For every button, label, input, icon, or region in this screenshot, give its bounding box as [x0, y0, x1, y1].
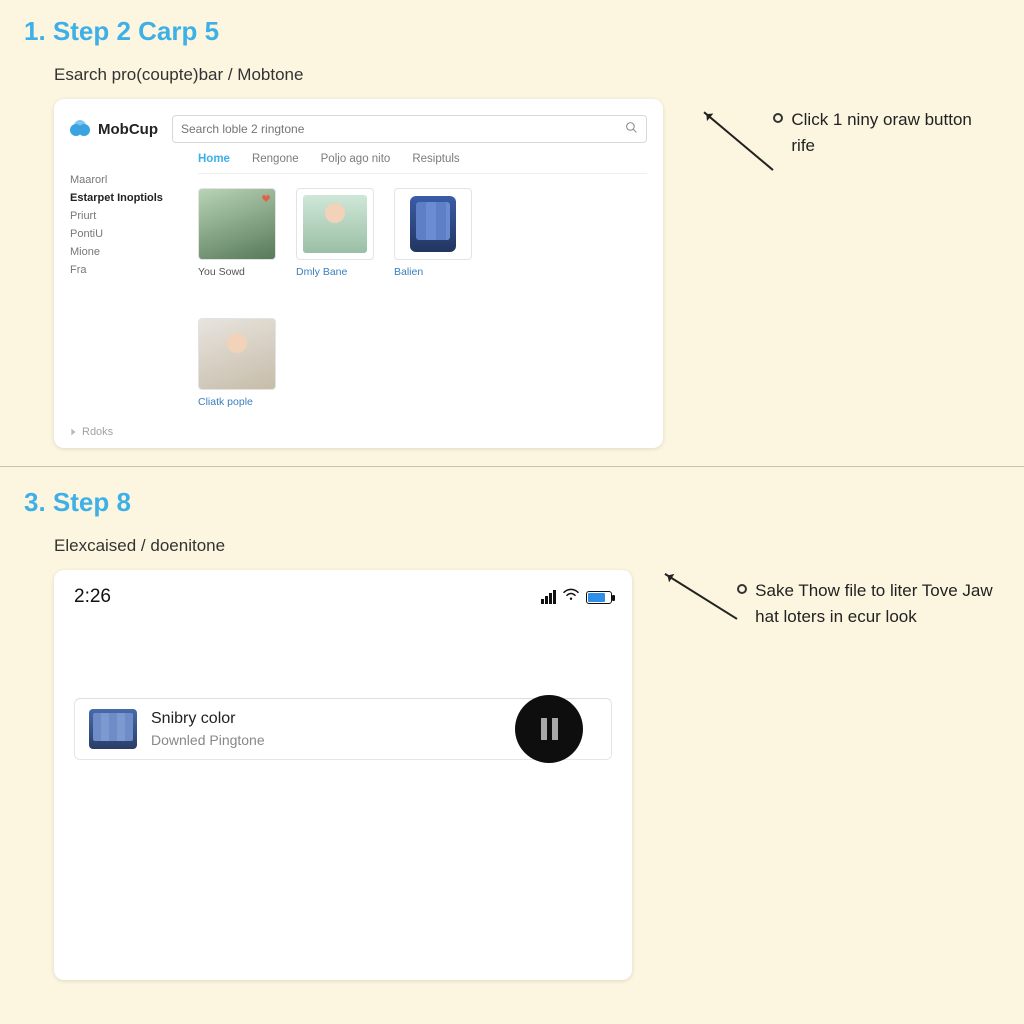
brand-logo-icon [70, 120, 92, 138]
tile-thumb [198, 188, 276, 260]
sidebar-item[interactable]: Maarorl [70, 171, 180, 189]
bullet-icon [737, 584, 747, 594]
status-bar: 2:26 [74, 586, 612, 608]
results-grid: You Sowd Dmly Bane Balien Cliatk pople [198, 188, 647, 408]
tab[interactable]: Poljo ago nito [321, 153, 391, 165]
sidebar-item[interactable]: Priurt [70, 207, 180, 225]
result-tile[interactable]: You Sowd [198, 188, 276, 278]
footer-text: Rdoks [82, 426, 113, 438]
tile-caption: You Sowd [198, 266, 276, 278]
brand: MobCup [70, 120, 158, 138]
callout-arrow-icon [664, 573, 737, 620]
bullet-icon [773, 113, 783, 123]
tile-thumb [394, 188, 472, 260]
tile-caption: Cliatk pople [198, 396, 276, 408]
sidebar-item[interactable]: PontiU [70, 225, 180, 243]
pause-icon [541, 718, 558, 740]
tile-thumb [296, 188, 374, 260]
step2-subtitle: Elexcaised / doenitone [54, 536, 1000, 556]
phone-screenshot: 2:26 Snibry color Downled Pingtone [54, 570, 632, 980]
tab[interactable]: Home [198, 153, 230, 165]
status-time: 2:26 [74, 586, 111, 608]
step1-subtitle: Esarch pro(coupte)bar / Mobtone [54, 65, 1000, 85]
step2-note: Sake Thow file to liter Tove Jaw hat lot… [755, 578, 1000, 629]
wifi-icon [562, 586, 580, 608]
download-row[interactable]: Snibry color Downled Pingtone [74, 698, 612, 760]
search-input[interactable] [181, 122, 593, 136]
chevron-right-icon [68, 427, 78, 437]
search-bar[interactable] [172, 115, 647, 143]
search-icon[interactable] [625, 121, 638, 137]
callout-arrow-icon [704, 111, 774, 170]
mobcup-window: MobCup MaarorlEstarpet InoptiolsPriurtPo… [54, 99, 663, 448]
tile-caption: Dmly Bane [296, 266, 374, 278]
tile-caption: Balien [394, 266, 472, 278]
tab[interactable]: Rengone [252, 153, 299, 165]
section-divider [0, 466, 1024, 467]
heart-icon [261, 193, 271, 203]
step2-heading: 3. Step 8 [24, 487, 1000, 518]
tab[interactable]: Resiptuls [412, 153, 459, 165]
sidebar: MaarorlEstarpet InoptiolsPriurtPontiUMio… [70, 153, 180, 408]
result-tile[interactable]: Dmly Bane [296, 188, 374, 278]
download-thumb-icon [89, 709, 137, 749]
tile-thumb [198, 318, 276, 390]
brand-name: MobCup [98, 121, 158, 138]
result-tile[interactable]: Cliatk pople [198, 318, 276, 408]
card-footer: Rdoks [68, 426, 113, 438]
pause-button[interactable] [515, 695, 583, 763]
step1-heading: 1. Step 2 Carp 5 [24, 16, 1000, 47]
sidebar-item[interactable]: Mione [70, 243, 180, 261]
tabs: Home Rengone Poljo ago nito Resiptuls [198, 153, 647, 174]
step1-note: Click 1 niny oraw button rife [791, 107, 1000, 158]
result-tile[interactable]: Balien [394, 188, 472, 278]
sidebar-item[interactable]: Estarpet Inoptiols [70, 189, 180, 207]
battery-icon [586, 591, 612, 604]
signal-icon [541, 590, 556, 604]
sidebar-item[interactable]: Fra [70, 261, 180, 279]
